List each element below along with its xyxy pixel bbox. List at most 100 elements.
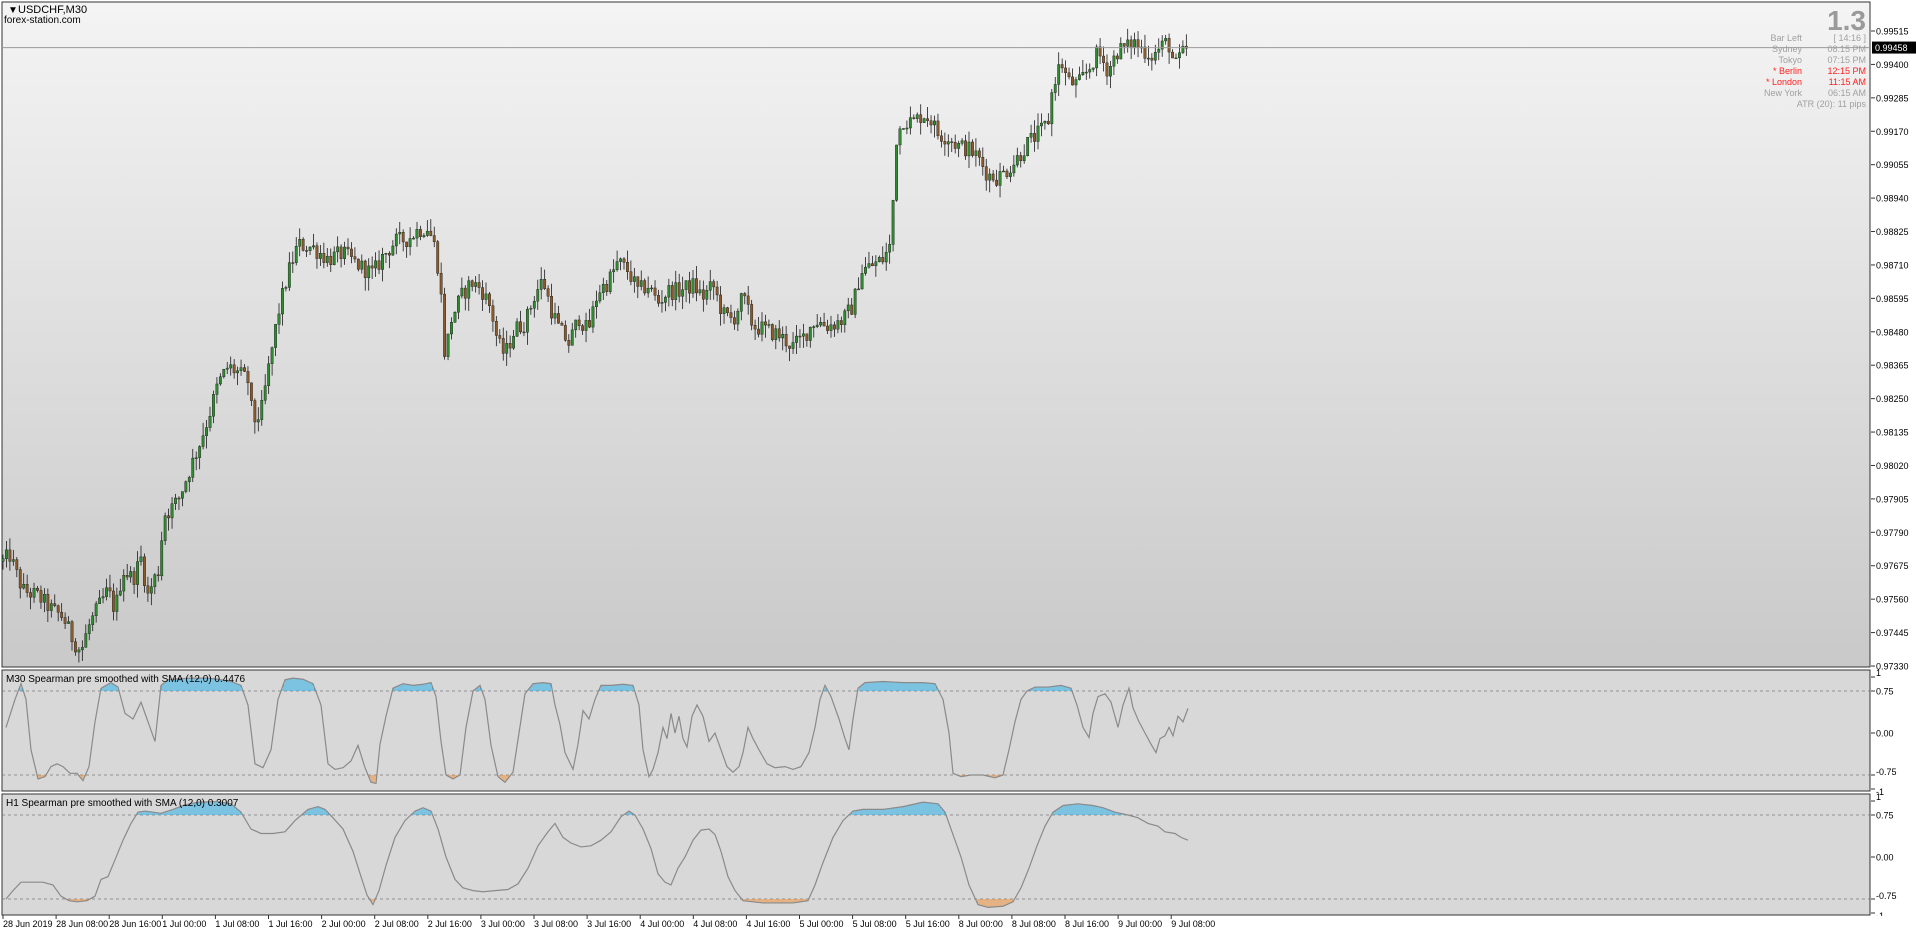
candle-body [74, 641, 77, 653]
price-axis[interactable]: 0.99515 0.99400 0.99285 0.99170 0.99055 0.989… [1871, 2, 1916, 672]
candle-body [677, 282, 681, 297]
price-label: 0.99285 [1876, 93, 1909, 103]
candle-body [1012, 164, 1016, 174]
main-price-pane[interactable] [1, 1, 1871, 668]
candle-body [1153, 52, 1157, 61]
candle-body [18, 569, 22, 589]
info-value: 11:15 AM [1829, 77, 1866, 87]
candle-body [360, 260, 364, 270]
candle-body [43, 594, 46, 603]
candle-body [1046, 120, 1050, 125]
candle-body [281, 288, 284, 315]
candle-body [167, 515, 170, 519]
candle-body [1098, 46, 1102, 57]
candle-body [626, 262, 629, 272]
candle-body [688, 280, 691, 294]
candle-body [929, 120, 933, 126]
candle-body [94, 603, 98, 617]
candle-body [1005, 170, 1009, 177]
candle-body [1033, 133, 1036, 142]
candle-body [505, 343, 509, 354]
time-axis[interactable]: 28 Jun 2019 28 Jun 08:00 28 Jun 16:00 1 Jul… [0, 915, 1916, 933]
candle-body [639, 280, 643, 287]
candle-body [1036, 125, 1040, 142]
level-label: 1 [1876, 792, 1881, 802]
candle-body [425, 230, 429, 236]
candle-body [1040, 122, 1043, 127]
candle-body [194, 457, 198, 459]
info-value: 12:15 PM [1827, 66, 1866, 76]
candle-body [39, 590, 43, 603]
candle-body [526, 308, 529, 333]
price-label: 0.97790 [1876, 528, 1909, 538]
candle-body [356, 258, 360, 270]
time-label: 28 Jun 2019 [3, 919, 53, 929]
candle-body [857, 288, 861, 291]
candle-body [277, 313, 281, 325]
time-label: 4 Jul 16:00 [746, 919, 790, 929]
candle-body [346, 246, 350, 250]
candle-body [646, 287, 650, 294]
candle-body [867, 263, 871, 268]
candle-body [839, 320, 843, 325]
candle-body [1057, 64, 1061, 85]
time-label: 28 Jun 08:00 [56, 919, 108, 929]
candle-body [619, 258, 622, 262]
candle-body [926, 118, 930, 121]
candle-body [722, 307, 726, 314]
candle-body [808, 326, 812, 341]
mt4-chart[interactable]: ▼ USDCHF,M30 forex-station.com 1.3 Bar L… [0, 0, 1916, 933]
atr-label: ATR (20): 11 pips [1797, 99, 1867, 109]
candle-body [470, 280, 474, 287]
candle-body [943, 141, 947, 145]
time-label: 5 Jul 00:00 [800, 919, 844, 929]
candle-body [829, 324, 833, 331]
price-label: 0.99170 [1876, 127, 1909, 137]
candle-body [32, 588, 36, 598]
candle-body [1009, 172, 1012, 177]
candle-body [336, 246, 340, 253]
chart-window[interactable]: ▼ USDCHF,M30 forex-station.com 1.3 Bar L… [0, 0, 1916, 933]
candle-body [974, 150, 978, 156]
level-label: -0.75 [1876, 767, 1897, 777]
candle-body [1077, 74, 1081, 80]
candle-body [767, 324, 771, 326]
indicator-axis: 10.750.00-0.75-110.750.00-0.75-1 [1871, 668, 1916, 921]
candle-body [463, 287, 467, 299]
time-label: 28 Jun 16:00 [109, 919, 161, 929]
price-label: 0.99055 [1876, 160, 1909, 170]
time-label: 3 Jul 16:00 [587, 919, 631, 929]
time-label: 8 Jul 08:00 [1012, 919, 1056, 929]
candle-body [377, 260, 381, 270]
candle-body [208, 416, 212, 428]
candle-body [802, 333, 805, 337]
candle-body [415, 229, 419, 239]
candle-body [888, 244, 892, 253]
price-label: 0.98595 [1876, 294, 1909, 304]
candle-body [1150, 57, 1154, 61]
candle-body [222, 369, 226, 378]
candle-body [394, 233, 398, 247]
candle-body [77, 649, 81, 653]
candle-body [708, 281, 712, 291]
candle-body [1053, 84, 1057, 93]
candle-body [1102, 55, 1105, 64]
info-label: * London [1766, 77, 1802, 87]
candle-body [1, 558, 5, 562]
candle-body [853, 288, 857, 315]
candle-body [960, 140, 964, 144]
candle-body [622, 258, 626, 263]
candle-body [115, 594, 119, 612]
time-label: 3 Jul 08:00 [534, 919, 578, 929]
candle-body [267, 363, 271, 386]
time-label: 1 Jul 16:00 [269, 919, 313, 929]
candle-body [301, 238, 305, 251]
candle-body [491, 305, 495, 322]
candle-body [322, 253, 326, 263]
candle-body [1122, 43, 1126, 47]
candle-body [481, 287, 484, 300]
candle-body [601, 283, 605, 293]
candle-body [256, 419, 260, 423]
candle-body [615, 261, 619, 270]
candle-body [1019, 155, 1023, 162]
